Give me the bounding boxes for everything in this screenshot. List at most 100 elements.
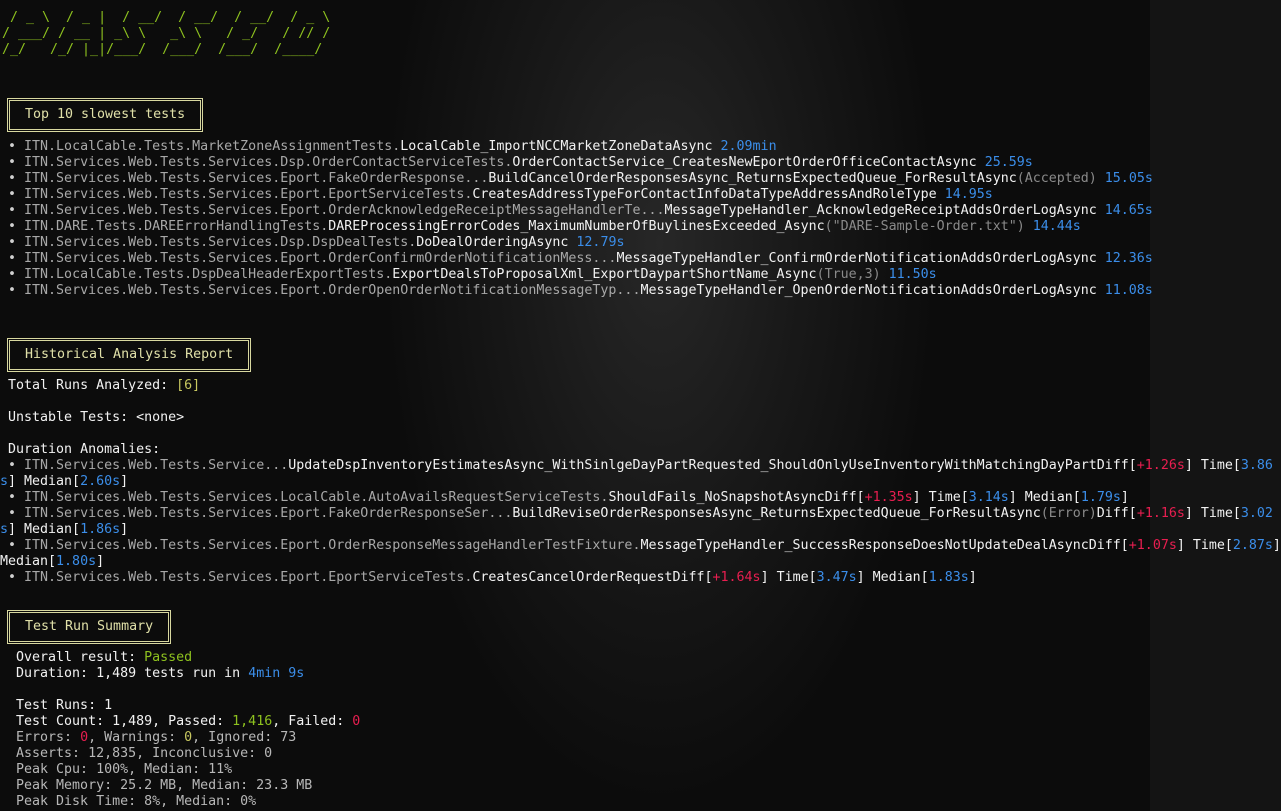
test-duration: 11.50s xyxy=(888,267,937,282)
test-args: (Error) xyxy=(1040,506,1097,521)
test-method: MessageTypeHandler_ConfirmOrderNotificat… xyxy=(616,251,1097,266)
banner-line: /_/ /_/ |_|/___/ /___/ /___/ /____/ xyxy=(2,42,323,57)
test-method: LocalCable_ImportNCCMarketZoneDataAsync xyxy=(400,139,713,154)
median-value: 1.79s xyxy=(1080,490,1121,505)
bullet-icon: • xyxy=(0,538,25,553)
time-label: ] Time[ xyxy=(1184,458,1241,473)
test-run-summary: Overall result: Passed Duration: 1,489 t… xyxy=(0,650,1281,810)
slow-test-item: • ITN.Services.Web.Tests.Services.Dsp.Or… xyxy=(0,155,1281,171)
diff-value: +1.16s xyxy=(1136,506,1185,521)
bracket: ] xyxy=(1120,490,1129,505)
median-value: 1.80s xyxy=(56,554,97,569)
test-method: MessageTypeHandler_OpenOrderNotification… xyxy=(640,283,1097,298)
anomaly-item: • ITN.Services.Web.Tests.Services.LocalC… xyxy=(0,490,1281,506)
bullet-icon: • xyxy=(0,570,25,585)
test-duration: 11.08s xyxy=(1104,283,1153,298)
bullet-icon: • xyxy=(0,187,25,202)
test-method: BuildCancelOrderResponsesAsync_ReturnsEx… xyxy=(488,171,1017,186)
test-namespace: ITN.LocalCable.Tests.DspDealHeaderExport… xyxy=(24,267,393,282)
bullet-icon: • xyxy=(0,139,25,154)
peak-disk-time: Peak Disk Time: 8%, Median: 0% xyxy=(16,794,257,809)
test-namespace: ITN.Services.Web.Tests.Services.Eport.Or… xyxy=(24,283,641,298)
bullet-icon: • xyxy=(0,171,25,186)
test-namespace: ITN.Services.Web.Tests.Services.Eport.Or… xyxy=(24,203,665,218)
test-args: ("DARE-Sample-Order.txt") xyxy=(824,219,1025,234)
warnings-label: , Warnings: xyxy=(88,730,185,745)
test-method: CreatesAddressTypeForContactInfoDataType… xyxy=(472,187,937,202)
duration-value: 4min 9s xyxy=(248,666,305,681)
bullet-icon: • xyxy=(0,283,25,298)
test-namespace: ITN.Services.Web.Tests.Services.Eport.Ep… xyxy=(24,187,473,202)
diff-label: Diff[ xyxy=(1088,538,1129,553)
median-label: ] Median[ xyxy=(1008,490,1081,505)
slow-test-item: • ITN.Services.Web.Tests.Services.Eport.… xyxy=(0,251,1281,267)
slow-test-item: • ITN.Services.Web.Tests.Services.Eport.… xyxy=(0,203,1281,219)
banner-line: / ___/ / __ | _\ \ _\ \ / _/ / // / xyxy=(2,26,331,41)
test-method: MessageTypeHandler_SuccessResponseDoesNo… xyxy=(640,538,1089,553)
median-label: ] Median[ xyxy=(8,522,81,537)
slow-test-item: • ITN.LocalCable.Tests.MarketZoneAssignm… xyxy=(0,139,1281,155)
test-method: CreatesCancelOrderRequest xyxy=(472,570,673,585)
asserts: Asserts: 12,835, Inconclusive: 0 xyxy=(16,746,273,761)
diff-label: Diff[ xyxy=(672,570,713,585)
time-value: 3.47s xyxy=(816,570,857,585)
test-method: UpdateDspInventoryEstimatesAsync_WithSin… xyxy=(288,458,1097,473)
test-namespace: ITN.Services.Web.Tests.Services.Eport.Ep… xyxy=(24,570,473,585)
test-method: ExportDealsToProposalXml_ExportDaypartSh… xyxy=(392,267,817,282)
bullet-icon: • xyxy=(0,155,25,170)
time-value: 2.87s xyxy=(1232,538,1273,553)
test-args: (True,3) xyxy=(816,267,881,282)
errors-count: 0 xyxy=(80,730,89,745)
time-label: ] Time[ xyxy=(1184,506,1241,521)
peak-memory: Peak Memory: 25.2 MB, Median: 23.3 MB xyxy=(16,778,313,793)
test-namespace: ITN.Services.Web.Tests.Services.LocalCab… xyxy=(24,490,609,505)
anomaly-item: • ITN.Services.Web.Tests.Services.Eport.… xyxy=(0,506,1281,538)
test-args: (Accepted) xyxy=(1016,171,1097,186)
time-label: ] Time[ xyxy=(912,490,969,505)
median-label: ] Median[ xyxy=(856,570,929,585)
test-namespace: ITN.DARE.Tests.DAREErrorHandlingTests. xyxy=(24,219,329,234)
banner-line: / _ \ / _ | / __/ / __/ / __/ / _ \ xyxy=(2,10,331,25)
passed-count: 1,416 xyxy=(232,714,273,729)
bullet-icon: • xyxy=(0,267,25,282)
test-duration: 12.36s xyxy=(1104,251,1153,266)
diff-label: Diff[ xyxy=(1096,506,1137,521)
test-method: OrderContactService_CreatesNewEportOrder… xyxy=(512,155,977,170)
ignored-count: , Ignored: 73 xyxy=(192,730,297,745)
test-namespace: ITN.Services.Web.Tests.Service... xyxy=(24,458,289,473)
total-runs-label: Total Runs Analyzed: xyxy=(8,378,177,393)
test-duration: 25.59s xyxy=(984,155,1033,170)
diff-value: +1.64s xyxy=(712,570,761,585)
peak-cpu: Peak Cpu: 100%, Median: 11% xyxy=(16,762,233,777)
slow-test-item: • ITN.Services.Web.Tests.Services.Eport.… xyxy=(0,283,1281,299)
median-value: 1.83s xyxy=(928,570,969,585)
slowest-tests-heading: Top 10 slowest tests xyxy=(7,98,204,132)
bullet-icon: • xyxy=(0,235,25,250)
overall-result-value: Passed xyxy=(144,650,193,665)
slow-test-item: • ITN.Services.Web.Tests.Services.Eport.… xyxy=(0,171,1281,187)
diff-label: Diff[ xyxy=(824,490,865,505)
diff-value: +1.35s xyxy=(864,490,913,505)
duration-anomalies-label: Duration Anomalies: xyxy=(8,442,161,457)
time-value: 3.14s xyxy=(968,490,1009,505)
test-count-label: Test Count: 1,489, Passed: xyxy=(16,714,233,729)
test-method: BuildReviseOrderResponsesAsync_ReturnsEx… xyxy=(512,506,1041,521)
test-namespace: ITN.Services.Web.Tests.Services.Dsp.Orde… xyxy=(24,155,513,170)
diff-value: +1.26s xyxy=(1136,458,1185,473)
anomaly-item: • ITN.Services.Web.Tests.Services.Eport.… xyxy=(0,538,1281,570)
time-label: ] Time[ xyxy=(760,570,817,585)
test-runs: Test Runs: 1 xyxy=(16,698,113,713)
anomaly-item: • ITN.Services.Web.Tests.Services.Eport.… xyxy=(0,570,1281,586)
anomaly-item: • ITN.Services.Web.Tests.Service...Updat… xyxy=(0,458,1281,490)
test-duration: 15.05s xyxy=(1104,171,1153,186)
historical-report-heading: Historical Analysis Report xyxy=(7,338,252,372)
test-method: ShouldFails_NoSnapshotAsync xyxy=(608,490,825,505)
slow-test-item: • ITN.DARE.Tests.DAREErrorHandlingTests.… xyxy=(0,219,1281,235)
